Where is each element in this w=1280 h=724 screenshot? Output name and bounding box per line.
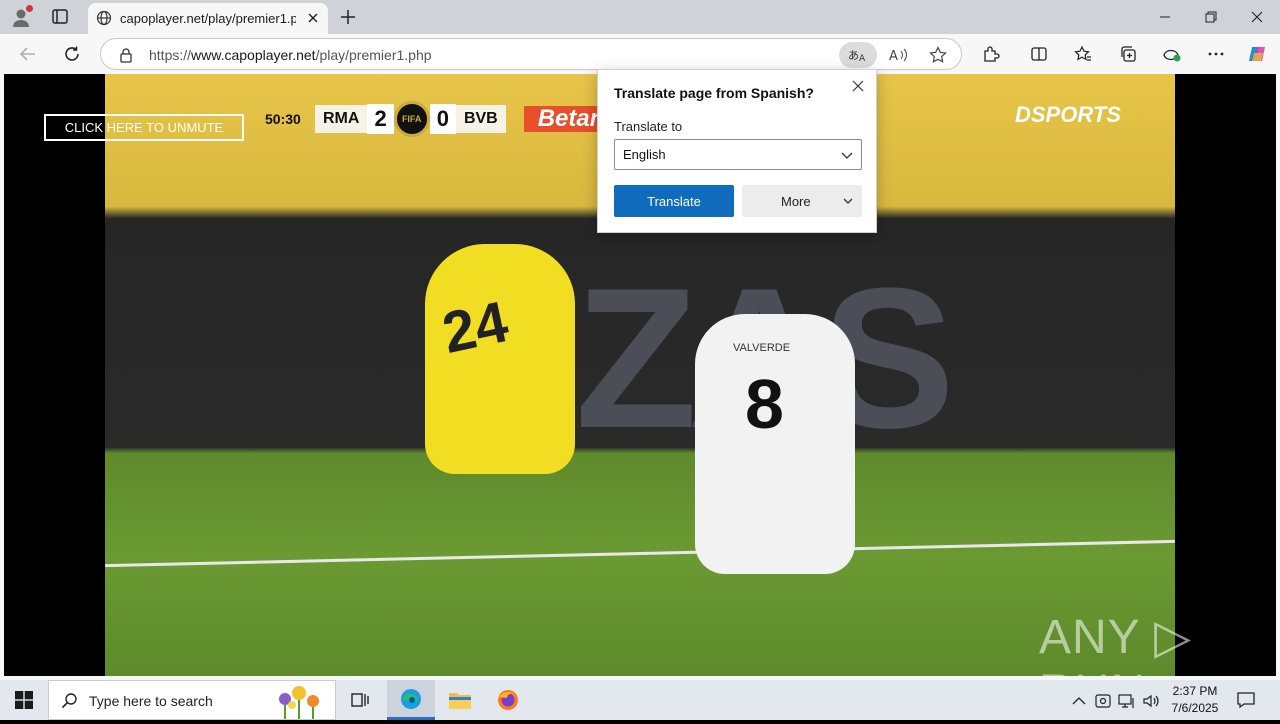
notification-dot: [26, 5, 33, 12]
svg-text:A: A: [889, 49, 898, 63]
flowers-decoration-icon: [265, 683, 329, 719]
translate-icon[interactable]: あA: [839, 42, 877, 68]
close-tab-icon[interactable]: [306, 11, 320, 25]
pitch-line: [105, 539, 1175, 568]
watermark: ANY ▷ RUN: [1039, 611, 1193, 676]
scoreboard: 50:30 RMA 2 FIFA 0 BVB Betano: [265, 101, 634, 137]
chevron-up-icon[interactable]: [1070, 692, 1088, 710]
translate-popup-title: Translate page from Spanish?: [614, 85, 814, 101]
globe-icon: [96, 10, 112, 26]
browser-tab-active[interactable]: capoplayer.net/play/premier1.php: [88, 3, 328, 34]
close-popup-icon[interactable]: [850, 78, 866, 94]
windows-start-icon[interactable]: [0, 680, 48, 720]
match-time: 50:30: [265, 111, 301, 127]
collections-icon[interactable]: [1116, 42, 1140, 66]
task-view-icon[interactable]: [336, 680, 384, 720]
tab-title: capoplayer.net/play/premier1.php: [120, 11, 296, 26]
favorites-icon[interactable]: [1071, 42, 1095, 66]
more-menu-icon[interactable]: [1204, 42, 1228, 66]
url-host: www.capoplayer.net: [191, 47, 316, 63]
broadcaster-logo: DSPORTS: [1015, 102, 1121, 127]
address-bar[interactable]: https://www.capoplayer.net/play/premier1…: [100, 38, 962, 70]
home-team: RMA: [315, 105, 368, 133]
lock-icon[interactable]: [119, 47, 133, 63]
translate-button[interactable]: Translate: [614, 185, 734, 217]
more-button[interactable]: More: [742, 185, 862, 217]
edge-browser-icon[interactable]: [387, 680, 435, 720]
translate-to-label: Translate to: [614, 119, 683, 134]
refresh-icon[interactable]: [60, 42, 84, 66]
firefox-icon[interactable]: [484, 680, 532, 720]
clock-time: 2:37 PM: [1172, 684, 1218, 698]
title-bar: capoplayer.net/play/premier1.php: [0, 0, 1280, 34]
away-team: BVB: [455, 105, 506, 133]
network-icon[interactable]: [1118, 692, 1136, 710]
split-screen-icon[interactable]: [1027, 42, 1051, 66]
translate-popup: Translate page from Spanish? Translate t…: [597, 69, 877, 233]
profile-avatar-icon[interactable]: [10, 5, 33, 28]
taskbar-search-box[interactable]: Type here to search: [48, 680, 336, 720]
performance-icon[interactable]: [1160, 42, 1184, 66]
player-yellow-jersey: [425, 244, 575, 474]
new-tab-icon[interactable]: [338, 8, 358, 26]
search-placeholder: Type here to search: [89, 693, 213, 709]
url-path: /play/premier1.php: [315, 47, 432, 63]
away-score: 0: [429, 104, 456, 134]
restore-icon[interactable]: [1188, 0, 1234, 34]
url-text: https://www.capoplayer.net/play/premier1…: [149, 47, 432, 63]
close-window-icon[interactable]: [1234, 0, 1280, 34]
svg-text:あ: あ: [848, 49, 859, 62]
unmute-button[interactable]: CLICK HERE TO UNMUTE: [44, 114, 244, 141]
search-icon: [61, 692, 79, 710]
browser-toolbar: https://www.capoplayer.net/play/premier1…: [0, 34, 1280, 74]
white-player-name: VALVERDE: [733, 342, 791, 354]
taskbar: Type here to search 2:37 PM 7/6/2025: [0, 680, 1280, 720]
system-clock[interactable]: 2:37 PM 7/6/2025: [1162, 683, 1228, 717]
language-select[interactable]: English: [614, 139, 862, 170]
yellow-player-number: 24: [436, 289, 514, 366]
read-aloud-icon[interactable]: A: [879, 42, 917, 68]
minimize-icon[interactable]: [1142, 0, 1188, 34]
volume-icon[interactable]: [1142, 692, 1160, 710]
extensions-icon[interactable]: [979, 42, 1003, 66]
chevron-down-icon: [842, 195, 854, 207]
white-player-number: 8: [745, 365, 784, 443]
more-button-label: More: [781, 194, 811, 209]
home-score: 2: [367, 104, 394, 134]
meet-now-icon[interactable]: [1094, 692, 1112, 710]
copilot-icon[interactable]: [1246, 42, 1270, 66]
competition-badge: FIFA: [393, 101, 430, 137]
url-prefix: https://: [149, 47, 192, 63]
notifications-icon[interactable]: [1236, 690, 1256, 710]
svg-text:A: A: [859, 54, 866, 63]
back-arrow-icon[interactable]: [16, 42, 40, 66]
selected-language: English: [623, 147, 666, 162]
tab-actions-icon[interactable]: [50, 8, 70, 26]
favorite-star-icon[interactable]: [919, 42, 957, 68]
clock-date: 7/6/2025: [1171, 701, 1219, 715]
file-explorer-icon[interactable]: [436, 680, 484, 720]
chevron-down-icon: [840, 148, 854, 162]
